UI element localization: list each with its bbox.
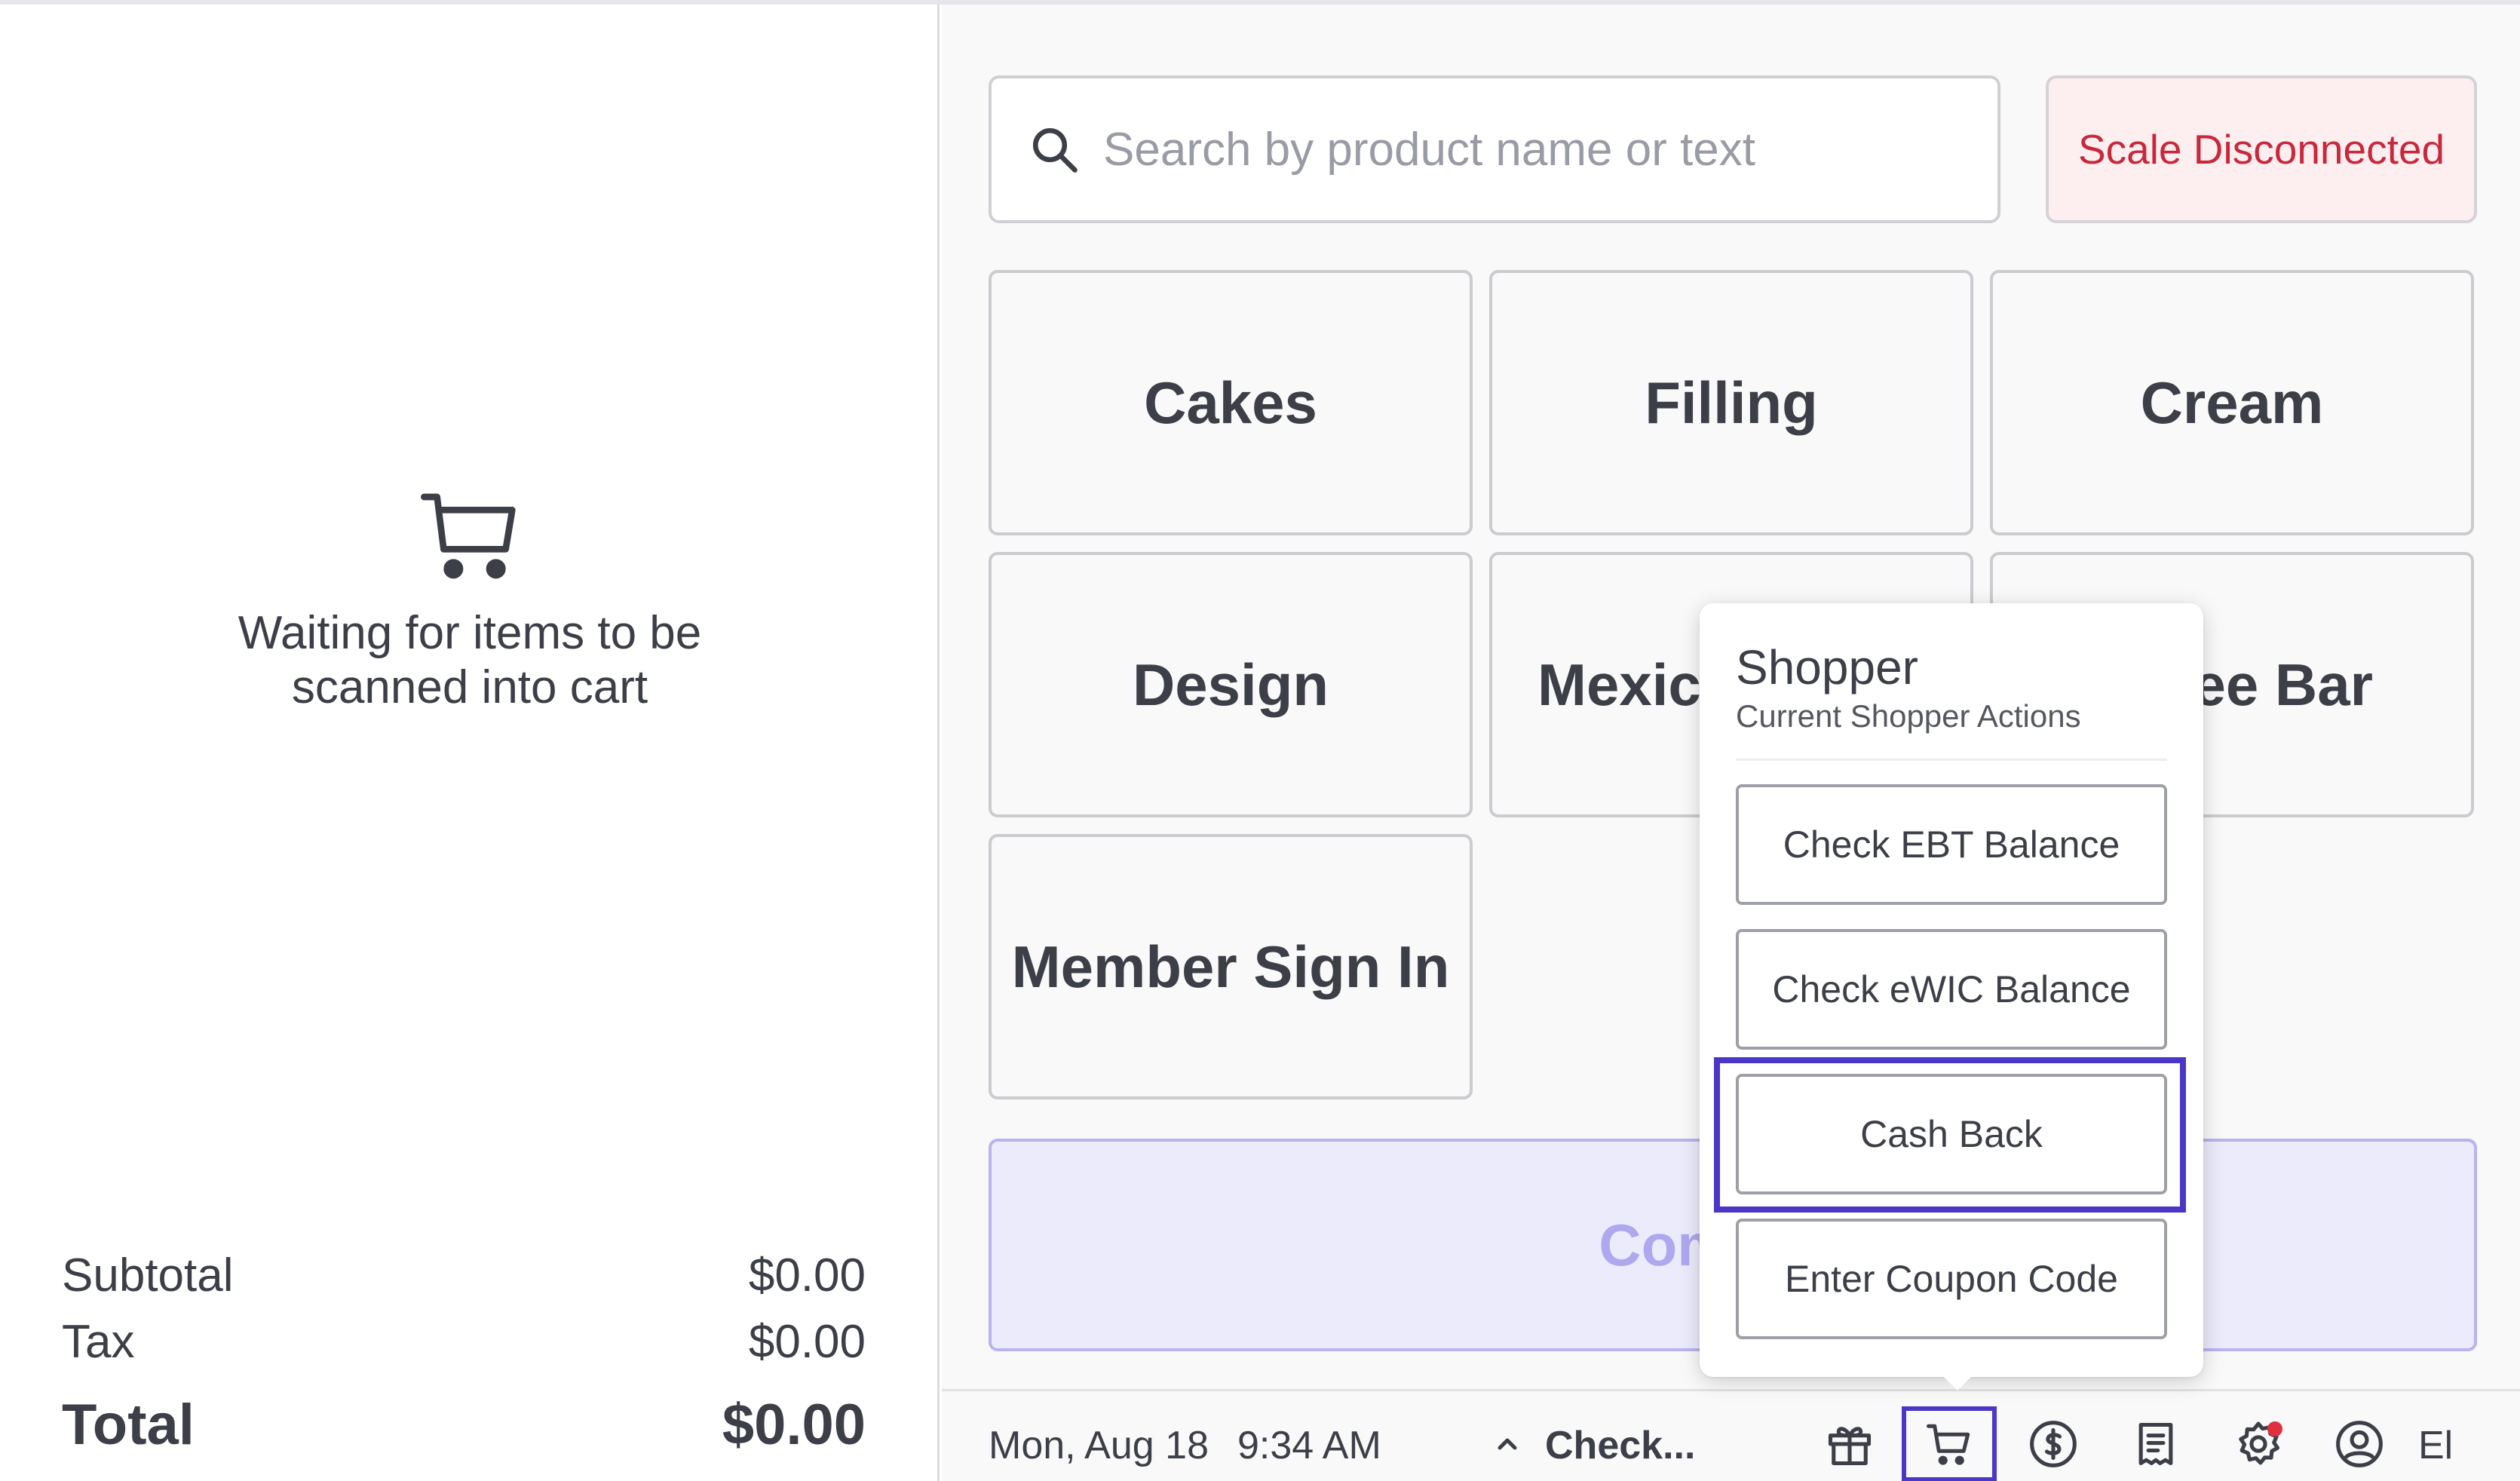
tile-design[interactable]: Design bbox=[989, 552, 1473, 817]
total-row: Total $0.00 bbox=[62, 1392, 866, 1458]
cash-back-highlight bbox=[1714, 1057, 2186, 1213]
tile-cakes[interactable]: Cakes bbox=[989, 270, 1473, 535]
cart-empty-message: Waiting for items to be scanned into car… bbox=[238, 607, 702, 713]
check-ewic-balance-button[interactable]: Check eWIC Balance bbox=[1736, 929, 2167, 1050]
notification-dot bbox=[2267, 1421, 2282, 1437]
checkout-lane-label[interactable]: Check... bbox=[1545, 1423, 1695, 1468]
tax-row: Tax $0.00 bbox=[62, 1315, 866, 1381]
search-icon bbox=[1032, 127, 1078, 173]
cart-panel: Waiting for items to be scanned into car… bbox=[0, 5, 940, 1481]
user-icon[interactable] bbox=[2334, 1418, 2385, 1470]
popup-subtitle: Current Shopper Actions bbox=[1736, 698, 2081, 734]
cart-totals: Subtotal $0.00 Tax $0.00 Total $0.00 bbox=[62, 1249, 866, 1458]
chevron-up-icon[interactable] bbox=[1492, 1429, 1522, 1459]
check-ebt-balance-button[interactable]: Check EBT Balance bbox=[1736, 784, 2167, 905]
popup-title: Shopper bbox=[1736, 640, 1918, 695]
popup-divider bbox=[1736, 759, 2167, 761]
cart-icon bbox=[1927, 1424, 1970, 1465]
bottom-bar: Mon, Aug 18 9:34 AM Check... El bbox=[942, 1389, 2520, 1481]
subtotal-row: Subtotal $0.00 bbox=[62, 1249, 866, 1315]
enter-coupon-code-button[interactable]: Enter Coupon Code bbox=[1736, 1219, 2167, 1339]
total-label: Total bbox=[62, 1393, 195, 1457]
tile-member-sign-in[interactable]: Member Sign In bbox=[989, 834, 1473, 1099]
user-initials[interactable]: El bbox=[2418, 1423, 2453, 1468]
tile-filling[interactable]: Filling bbox=[1489, 270, 1973, 535]
total-value: $0.00 bbox=[722, 1393, 866, 1457]
shopper-popup: Shopper Current Shopper Actions Check EB… bbox=[1700, 603, 2203, 1391]
scale-status-button[interactable]: Scale Disconnected bbox=[2046, 75, 2477, 223]
popup-pointer bbox=[1939, 1372, 1976, 1391]
cart-empty-state: Waiting for items to be scanned into car… bbox=[0, 487, 940, 715]
cart-icon bbox=[420, 493, 516, 579]
dollar-icon[interactable] bbox=[2028, 1418, 2079, 1470]
date-label: Mon, Aug 18 bbox=[989, 1424, 1209, 1467]
search-input[interactable] bbox=[1103, 122, 1933, 176]
shopper-menu-button[interactable] bbox=[1902, 1406, 1997, 1481]
gift-icon[interactable] bbox=[1824, 1418, 1875, 1470]
time-label: 9:34 AM bbox=[1237, 1424, 1381, 1467]
subtotal-value: $0.00 bbox=[748, 1249, 866, 1302]
receipt-icon[interactable] bbox=[2130, 1418, 2181, 1470]
tax-value: $0.00 bbox=[748, 1316, 866, 1368]
tile-cream[interactable]: Cream bbox=[1990, 270, 2474, 535]
subtotal-label: Subtotal bbox=[62, 1249, 234, 1302]
search-box[interactable] bbox=[989, 75, 2000, 223]
tax-label: Tax bbox=[62, 1316, 135, 1368]
